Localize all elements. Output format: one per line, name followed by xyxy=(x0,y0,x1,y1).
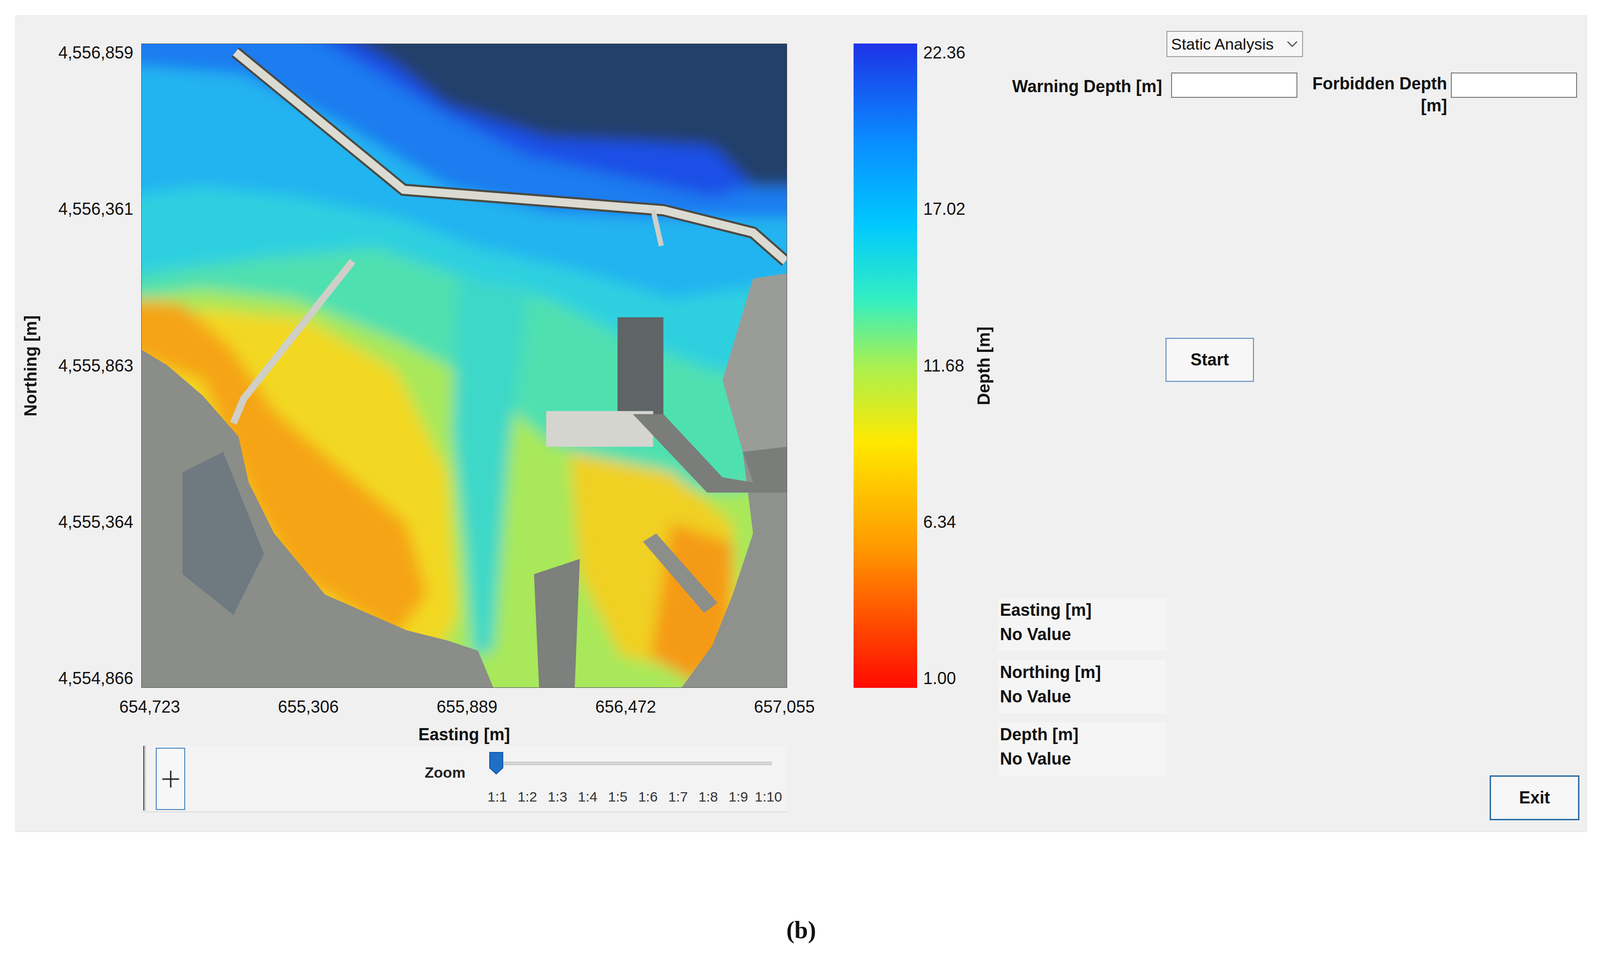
y-axis-label: Northing [m] xyxy=(21,315,41,417)
colorbar-tick-label: 1.00 xyxy=(923,668,956,688)
colorbar-label-column: Depth [m] xyxy=(970,43,999,688)
zoom-label: Zoom xyxy=(424,762,466,782)
readout-box: Easting [m]No Value xyxy=(998,597,1167,651)
zoom-tick-label: 1:8 xyxy=(694,787,723,806)
colorbar-ticks: 22.36 17.02 11.68 6.34 1.00 xyxy=(923,43,971,688)
zoom-tick-label: 1:6 xyxy=(633,787,662,806)
zoom-tick-label: 1:2 xyxy=(513,787,542,806)
colorbar-label: Depth [m] xyxy=(974,326,994,406)
y-tick-label: 4,555,863 xyxy=(58,356,134,376)
zoom-tick-label: 1:1 xyxy=(483,787,512,806)
y-tick-label: 4,554,866 xyxy=(58,668,134,688)
control-panel: Static AnalysisWarning Depth [m] Forbidde… xyxy=(998,15,1587,832)
readout-label: Easting [m] xyxy=(999,597,1165,623)
zoom-tick-label: 1:5 xyxy=(603,787,632,806)
x-tick-label: 655,306 xyxy=(266,697,351,725)
plot-row: Northing [m]4,556,8594,556,3614,555,8634… xyxy=(15,43,999,688)
chevron-down-icon xyxy=(1286,39,1299,49)
y-axis-ticks: 4,556,859 4,556,361 4,555,863 4,555,364 4,55… xyxy=(45,43,134,688)
x-axis-label: Easting [m] xyxy=(418,724,510,744)
forbidden-depth-label: Forbidden Depth [m] xyxy=(1306,72,1448,117)
readout-box: Northing [m]No Value xyxy=(998,659,1167,713)
zoom-tick-label: 1:4 xyxy=(573,787,602,806)
figure-caption: (b) xyxy=(786,916,817,943)
dropdown-value: Static Analysis xyxy=(1171,33,1274,55)
depth-colorbar xyxy=(853,43,918,688)
y-axis-label-column: Northing [m] xyxy=(15,43,46,688)
figure-caption-row: (b) xyxy=(15,915,1587,944)
zoom-slider-track-area xyxy=(491,751,772,775)
readout-label: Northing [m] xyxy=(999,659,1165,685)
colorbar-tick-label: 11.68 xyxy=(923,356,964,376)
plot-area: Northing [m]4,556,8594,556,3614,555,8634… xyxy=(15,15,999,832)
zoom-tick-label: 1:9 xyxy=(724,787,753,806)
x-tick-label: 655,889 xyxy=(425,697,510,725)
colorbar-tick-label: 22.36 xyxy=(923,43,966,63)
readout-label: Depth [m] xyxy=(999,722,1165,747)
colorbar-tick-label: 17.02 xyxy=(923,199,966,219)
exit-button[interactable]: Exit xyxy=(1489,774,1580,820)
x-tick-label: 654,723 xyxy=(107,697,192,725)
x-tick-label: 656,472 xyxy=(583,697,668,725)
start-button[interactable]: Start xyxy=(1165,337,1254,382)
y-tick-label: 4,555,364 xyxy=(58,512,134,532)
x-tick-label: 657,055 xyxy=(742,697,827,725)
warning-depth-input[interactable] xyxy=(1171,72,1298,98)
zoom-tick-label: 1:10 xyxy=(754,787,783,806)
y-tick-label: 4,556,361 xyxy=(58,199,134,219)
y-tick-label: 4,556,859 xyxy=(58,43,134,63)
zoom-tick-label: 1:3 xyxy=(543,787,572,806)
forbidden-depth-input[interactable] xyxy=(1450,72,1578,98)
x-axis-ticks: 654,723 655,306 655,889 656,472 657,055 xyxy=(107,687,827,725)
colorbar-tick-label: 6.34 xyxy=(923,512,956,532)
start-button-label: Start xyxy=(1190,349,1229,370)
crosshair-icon xyxy=(161,769,181,789)
coordinate-readouts: Easting [m]No ValueNorthing [m]No ValueD… xyxy=(998,597,1587,775)
readout-box: Depth [m]No Value xyxy=(998,722,1167,775)
zoom-tick-labels: 1:11:21:31:41:51:61:71:81:91:10 xyxy=(483,787,783,806)
readout-value: No Value xyxy=(999,746,1165,771)
readout-value: No Value xyxy=(999,622,1165,647)
toolbar-grip xyxy=(143,745,146,811)
exit-button-label: Exit xyxy=(1519,787,1550,808)
analysis-window: Northing [m]4,556,8594,556,3614,555,8634… xyxy=(15,15,1587,832)
pan-tool-button[interactable] xyxy=(155,747,186,810)
analysis-mode-dropdown[interactable]: Static Analysis xyxy=(1166,30,1304,58)
zoom-slider[interactable]: 1:11:21:31:41:51:61:71:81:91:10 xyxy=(483,745,783,806)
readout-value: No Value xyxy=(999,684,1165,709)
zoom-tick-label: 1:7 xyxy=(664,787,693,806)
map-toolbar: Zoom 1:11:21:31:41:51:61:71:81:91:10 xyxy=(141,745,788,812)
zoom-slider-track[interactable] xyxy=(491,761,772,765)
warning-depth-label: Warning Depth [m] xyxy=(1012,72,1167,98)
bathymetry-map[interactable] xyxy=(141,43,788,688)
zoom-slider-thumb[interactable] xyxy=(489,751,504,775)
x-axis-label-row: Easting [m] xyxy=(141,724,788,744)
depth-fields-row: Warning Depth [m] Forbidden Depth [m] xyxy=(1012,72,1587,120)
